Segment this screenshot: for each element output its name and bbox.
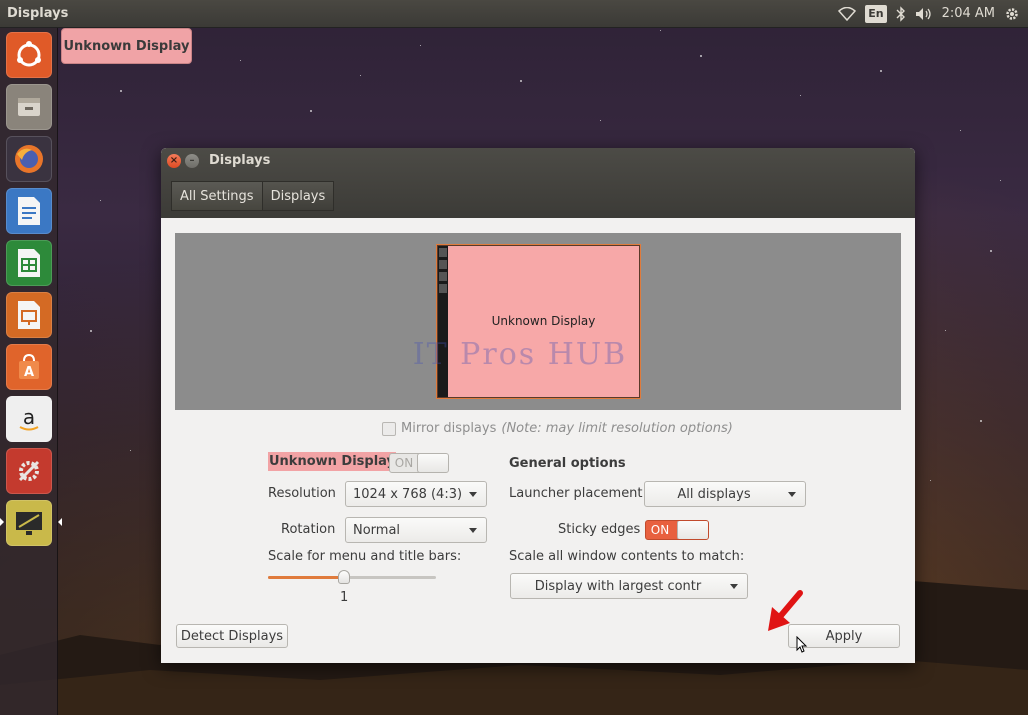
annotation-arrow-icon — [768, 590, 803, 631]
general-options-heading: General options — [509, 456, 626, 471]
scale-slider-track[interactable] — [268, 576, 436, 579]
launcher-placement-label: Launcher placement — [509, 486, 643, 501]
focused-indicator-pip — [58, 518, 62, 526]
breadcrumb-all-settings[interactable]: All Settings — [171, 181, 263, 211]
system-settings-icon[interactable] — [6, 448, 52, 494]
monitor-preview[interactable]: Unknown Display — [437, 245, 640, 398]
launcher-placement-dropdown[interactable]: All displays — [644, 481, 806, 507]
sticky-edges-toggle[interactable]: ON — [645, 520, 709, 540]
top-panel: Displays En 2:04 AM — [0, 0, 1028, 28]
display-arrangement-preview: Unknown Display IT Pros HUB — [175, 233, 901, 410]
display-name-label: Unknown Display — [268, 452, 397, 471]
monitor-launcher-bar — [438, 246, 448, 397]
close-button[interactable]: × — [167, 154, 181, 168]
running-indicator-pip — [0, 518, 4, 526]
detect-displays-button[interactable]: Detect Displays — [176, 624, 288, 648]
resolution-dropdown[interactable]: 1024 x 768 (4:3) — [345, 481, 487, 507]
keyboard-layout-indicator[interactable]: En — [865, 4, 887, 23]
svg-text:A: A — [24, 365, 34, 380]
bluetooth-icon[interactable] — [896, 5, 906, 23]
firefox-icon[interactable] — [6, 136, 52, 182]
scale-value: 1 — [340, 590, 349, 605]
mirror-displays-note: (Note: may limit resolution options) — [501, 421, 733, 436]
svg-text:a: a — [23, 405, 35, 429]
libreoffice-impress-icon[interactable] — [6, 292, 52, 338]
rotation-dropdown[interactable]: Normal — [345, 517, 487, 543]
display-identifier-label: Unknown Display — [61, 28, 192, 64]
toggle-knob — [677, 521, 708, 539]
displays-app-icon[interactable] — [6, 500, 52, 546]
display-name-highlight: Unknown Display — [268, 452, 397, 471]
clock[interactable]: 2:04 AM — [942, 5, 995, 23]
libreoffice-writer-icon[interactable] — [6, 188, 52, 234]
chevron-down-icon — [730, 583, 738, 589]
chevron-down-icon — [469, 491, 477, 497]
scale-contents-value: Display with largest contr — [534, 578, 702, 594]
files-icon[interactable] — [6, 84, 52, 130]
sticky-edges-toggle-text: ON — [650, 523, 670, 537]
settings-gear-icon[interactable] — [1004, 5, 1020, 23]
amazon-icon[interactable]: a — [6, 396, 52, 442]
scale-contents-dropdown[interactable]: Display with largest contr — [510, 573, 748, 599]
scale-menu-title-label: Scale for menu and title bars: — [268, 549, 462, 564]
mirror-displays-checkbox[interactable] — [382, 421, 396, 436]
chevron-down-icon — [469, 527, 477, 533]
window-title: Displays — [209, 153, 271, 168]
displays-window: × – Displays All Settings Displays Unkno… — [161, 148, 915, 663]
wifi-icon[interactable] — [838, 5, 857, 23]
scale-contents-label: Scale all window contents to match: — [509, 549, 745, 564]
chevron-down-icon — [788, 491, 796, 497]
minimize-button[interactable]: – — [185, 154, 199, 168]
mirror-displays-label: Mirror displays — [401, 421, 497, 436]
indicator-area: En 2:04 AM — [838, 4, 1028, 23]
ubuntu-dash-icon[interactable] — [6, 32, 52, 78]
display-power-toggle-text: ON — [394, 456, 414, 470]
mouse-cursor-icon — [796, 636, 808, 653]
resolution-label: Resolution — [268, 486, 336, 501]
ubuntu-software-icon[interactable]: A — [6, 344, 52, 390]
rotation-label: Rotation — [281, 522, 336, 537]
display-power-toggle[interactable]: ON — [389, 453, 449, 473]
rotation-value: Normal — [353, 522, 401, 538]
mirror-displays-row: Mirror displays (Note: may limit resolut… — [382, 421, 733, 436]
top-panel-app-title: Displays — [7, 6, 69, 21]
resolution-value: 1024 x 768 (4:3) — [353, 486, 463, 502]
breadcrumb: All Settings Displays — [171, 181, 335, 211]
sticky-edges-label: Sticky edges — [558, 522, 641, 537]
scale-slider-handle[interactable] — [337, 570, 350, 584]
toggle-knob — [417, 454, 448, 472]
monitor-preview-label: Unknown Display — [491, 314, 596, 328]
volume-icon[interactable] — [915, 5, 933, 23]
scale-slider-fill — [268, 576, 344, 579]
libreoffice-calc-icon[interactable] — [6, 240, 52, 286]
launcher-placement-value: All displays — [677, 486, 751, 502]
window-titlebar[interactable]: × – Displays All Settings Displays — [161, 148, 915, 218]
launcher: A a — [0, 28, 62, 715]
breadcrumb-displays[interactable]: Displays — [262, 181, 335, 211]
